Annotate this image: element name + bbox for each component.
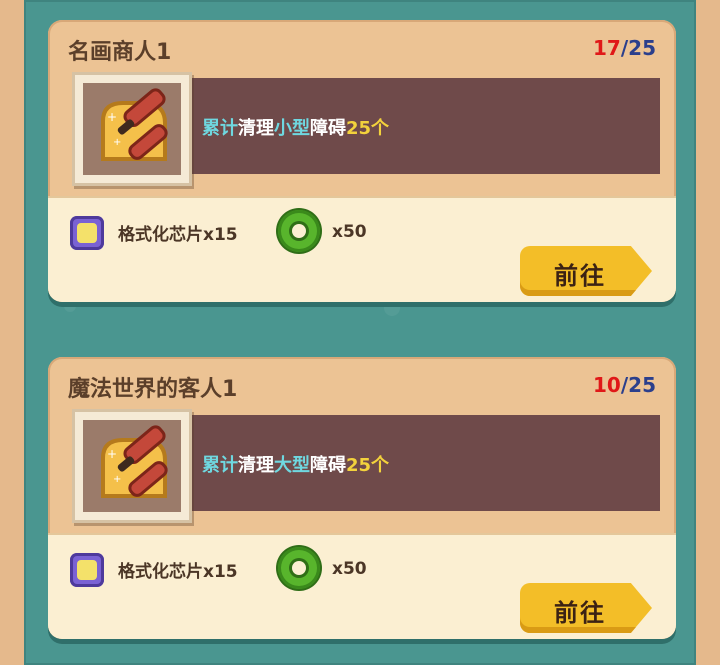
progress-current: 10: [593, 373, 621, 397]
desc-part: 大型: [274, 455, 310, 476]
desc-part: 清理: [238, 455, 274, 476]
quest-progress: 10/25: [593, 373, 656, 397]
quest-icon-frame: + +: [72, 409, 192, 523]
go-button[interactable]: 前往: [520, 583, 652, 633]
quest-icon-frame: + +: [72, 72, 192, 186]
svg-text:+: +: [107, 447, 117, 461]
green-coin-icon: [278, 210, 320, 252]
reward-coin-label: x50: [332, 559, 367, 579]
progress-total: 25: [628, 373, 656, 397]
reward-area: 格式化芯片x15 x50 前往: [48, 196, 676, 302]
green-coin-icon: [278, 547, 320, 589]
go-button[interactable]: 前往: [520, 246, 652, 296]
desc-part: 累计: [202, 455, 238, 476]
quest-title: 魔法世界的客人1: [68, 377, 238, 402]
quest-description-bar: 累计清理大型障碍25个: [182, 415, 660, 511]
reward-coin-label: x50: [332, 222, 367, 242]
quest-card: 魔法世界的客人1 10/25 累计清理大型障碍25个 + + 格式化芯片x15 …: [48, 357, 676, 639]
chip-icon: [70, 216, 104, 250]
svg-text:+: +: [107, 110, 117, 124]
reward-area: 格式化芯片x15 x50 前往: [48, 533, 676, 639]
go-button-label: 前往: [554, 599, 606, 627]
svg-text:+: +: [113, 137, 121, 148]
progress-current: 17: [593, 36, 621, 60]
quest-description-bar: 累计清理小型障碍25个: [182, 78, 660, 174]
desc-part: 累计: [202, 118, 238, 139]
quest-description: 累计清理大型障碍25个: [202, 451, 389, 477]
brush-roller-icon: + +: [83, 83, 181, 175]
desc-part: 障碍: [310, 118, 346, 139]
quest-description: 累计清理小型障碍25个: [202, 114, 389, 140]
reward-chip-label: 格式化芯片x15: [118, 225, 238, 245]
chip-icon: [70, 553, 104, 587]
progress-total: 25: [628, 36, 656, 60]
reward-chip-label: 格式化芯片x15: [118, 562, 238, 582]
desc-part: 25个: [346, 118, 390, 139]
brush-roller-icon: + +: [83, 420, 181, 512]
svg-text:+: +: [113, 474, 121, 485]
go-button-label: 前往: [554, 262, 606, 290]
quest-title: 名画商人1: [68, 40, 172, 65]
desc-part: 清理: [238, 118, 274, 139]
quest-card: 名画商人1 17/25 累计清理小型障碍25个 + + 格式化芯片x15 x50…: [48, 20, 676, 302]
desc-part: 障碍: [310, 455, 346, 476]
decor-dot: [384, 300, 400, 316]
desc-part: 小型: [274, 118, 310, 139]
quest-progress: 17/25: [593, 36, 656, 60]
desc-part: 25个: [346, 455, 390, 476]
